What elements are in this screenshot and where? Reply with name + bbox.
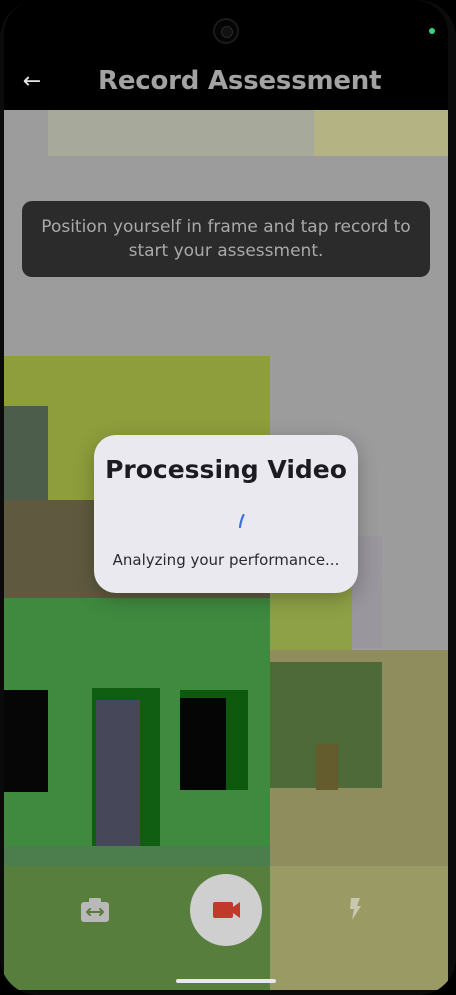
preview-region bbox=[314, 110, 448, 156]
preview-region bbox=[270, 866, 448, 990]
preview-region bbox=[96, 700, 140, 866]
preview-region bbox=[4, 690, 48, 792]
processing-title: Processing Video bbox=[105, 455, 347, 484]
preview-region bbox=[48, 110, 314, 156]
front-camera bbox=[213, 18, 239, 44]
preview-region bbox=[316, 744, 338, 790]
phone-frame: ← Record Assessment Position yourself in… bbox=[0, 0, 456, 995]
preview-region bbox=[4, 406, 48, 502]
back-arrow-icon[interactable]: ← bbox=[18, 68, 46, 96]
home-indicator[interactable] bbox=[176, 979, 276, 983]
loading-spinner-icon bbox=[239, 514, 245, 528]
preview-region bbox=[4, 846, 270, 866]
processing-subtitle: Analyzing your performance... bbox=[112, 551, 340, 569]
instruction-banner: Position yourself in frame and tap recor… bbox=[22, 201, 430, 277]
processing-dialog: Processing Video Analyzing your performa… bbox=[94, 435, 358, 593]
preview-region bbox=[180, 698, 226, 790]
page-title: Record Assessment bbox=[98, 66, 382, 96]
record-button[interactable] bbox=[190, 874, 262, 946]
videocam-icon bbox=[213, 902, 240, 918]
flash-icon[interactable] bbox=[344, 896, 366, 922]
status-led bbox=[429, 28, 435, 34]
app-bar: ← Record Assessment bbox=[4, 56, 448, 110]
switch-camera-icon[interactable] bbox=[78, 895, 112, 925]
